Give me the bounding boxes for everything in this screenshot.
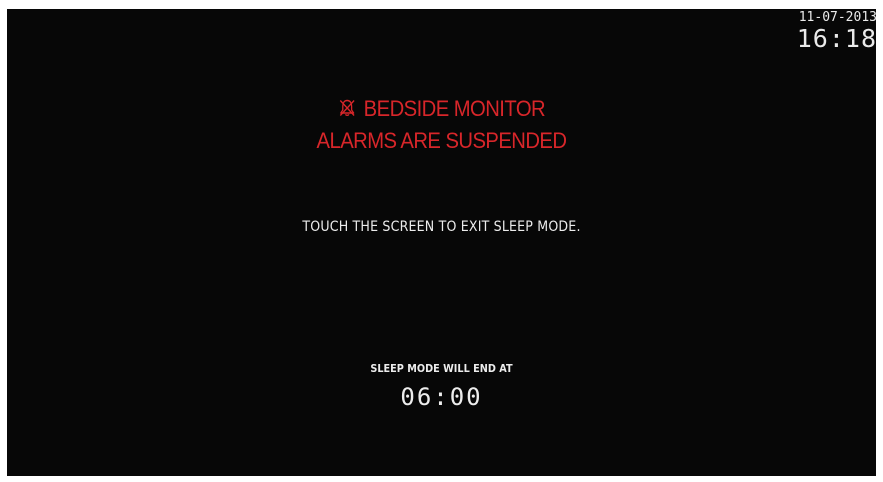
touch-to-exit-message: TOUCH THE SCREEN TO EXIT SLEEP MODE. — [302, 219, 581, 235]
clock-time: 16:18 — [796, 24, 876, 53]
sleep-end-label: SLEEP MODE WILL END AT — [370, 362, 513, 375]
sleep-mode-screen[interactable]: 11-07-2013 16:18 BEDSIDE MONITOR ALARMS … — [7, 9, 876, 476]
alarm-title-line: BEDSIDE MONITOR — [42, 93, 841, 125]
alarm-line-1: BEDSIDE MONITOR — [363, 96, 546, 121]
sleep-end-time: 06:00 — [400, 383, 483, 411]
alarm-line-2: ALARMS ARE SUSPENDED — [316, 128, 567, 153]
clock-date: 11-07-2013 — [798, 10, 876, 25]
clock: 11-07-2013 16:18 — [797, 11, 876, 51]
alarm-suspended-notice: BEDSIDE MONITOR ALARMS ARE SUSPENDED — [42, 93, 841, 157]
bell-off-icon — [338, 95, 356, 117]
